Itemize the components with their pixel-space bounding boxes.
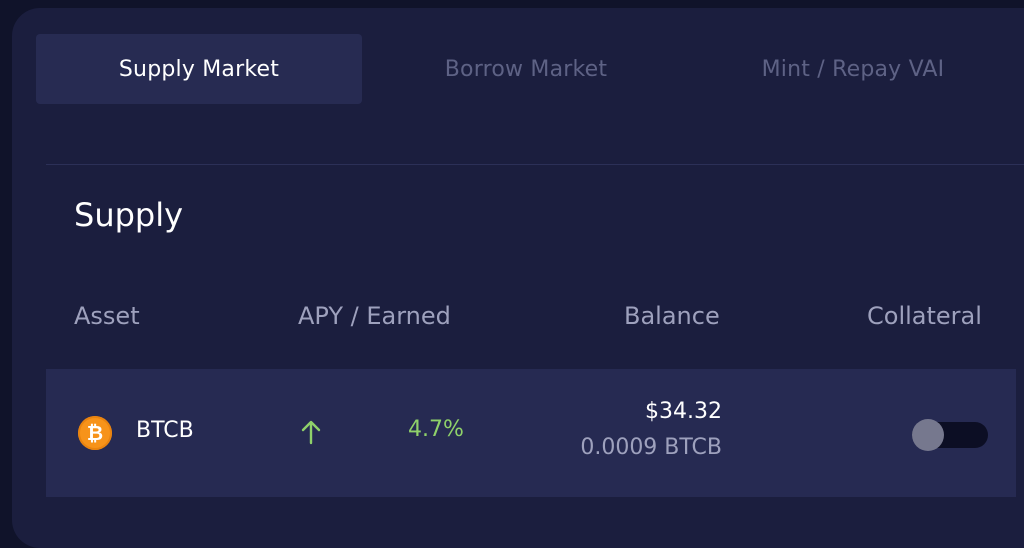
- column-header-collateral: Collateral: [867, 302, 982, 330]
- balance-token: 0.0009 BTCB: [580, 435, 722, 460]
- tab-borrow-market[interactable]: Borrow Market: [363, 34, 689, 104]
- column-header-apy-earned: APY / Earned: [298, 302, 451, 330]
- column-header-balance: Balance: [624, 302, 720, 330]
- toggle-knob: [912, 419, 944, 451]
- tab-mint-repay-vai[interactable]: Mint / Repay VAI: [690, 34, 1016, 104]
- balance-usd: $34.32: [645, 399, 722, 424]
- bitcoin-icon: ₿: [78, 416, 112, 450]
- tab-supply-market[interactable]: Supply Market: [36, 34, 362, 104]
- column-header-asset: Asset: [74, 302, 140, 330]
- asset-name: BTCB: [136, 418, 194, 443]
- market-tabs: Supply Market Borrow Market Mint / Repay…: [36, 34, 1016, 104]
- section-title: Supply: [74, 196, 184, 234]
- table-row[interactable]: ₿ BTCB 4.7% $34.32 0.0009 BTCB: [46, 369, 1016, 497]
- apy-value: 4.7%: [408, 417, 464, 442]
- tabs-divider: [46, 164, 1024, 165]
- collateral-toggle[interactable]: [912, 419, 988, 451]
- arrow-up-icon: [301, 420, 321, 445]
